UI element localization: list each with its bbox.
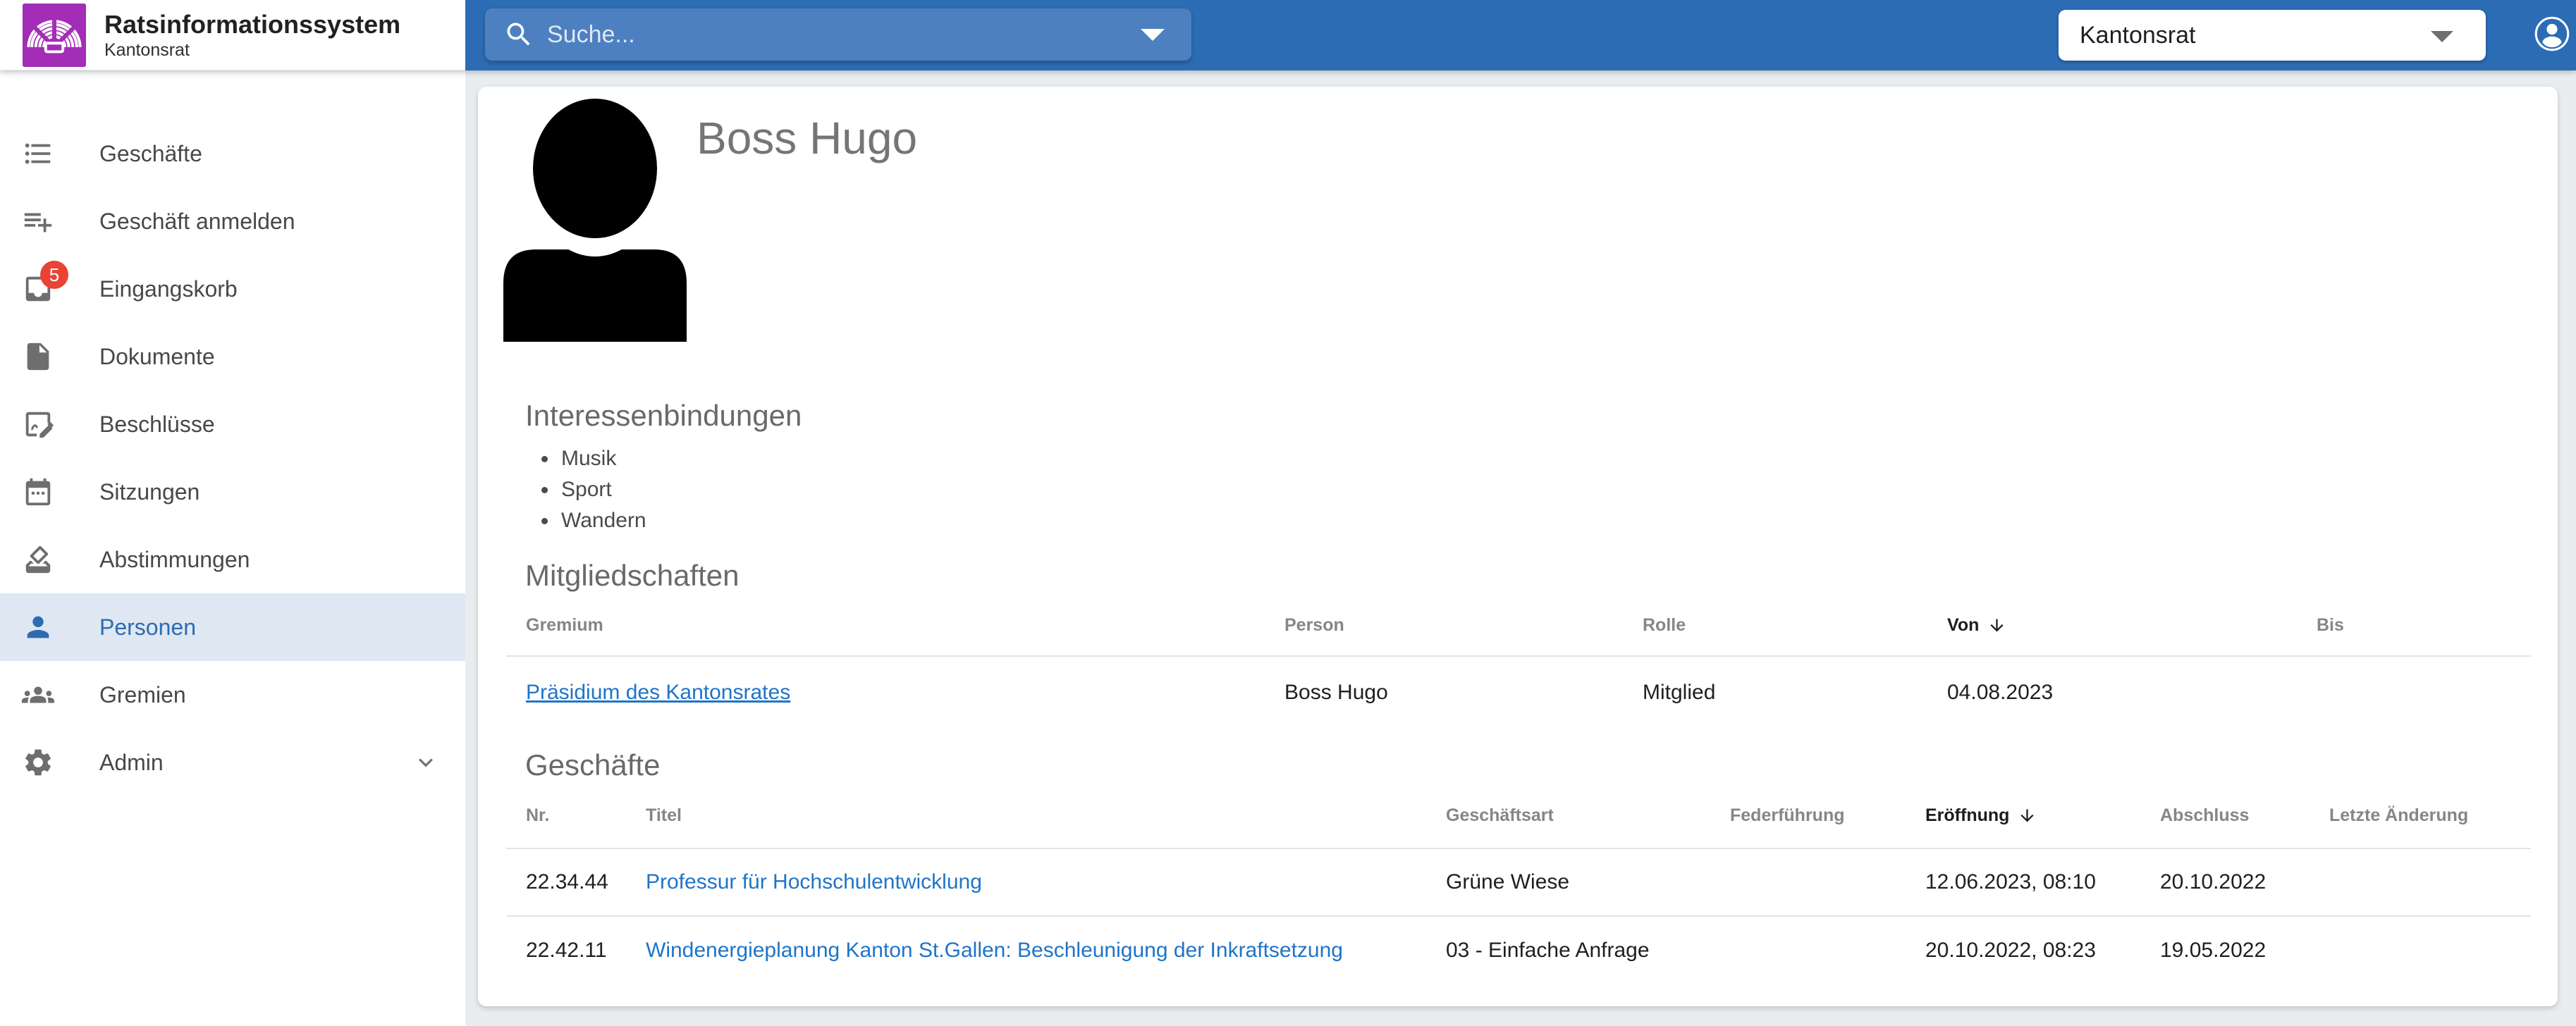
- list-item: Musik: [525, 443, 646, 474]
- chevron-down-icon[interactable]: [412, 748, 440, 777]
- memberships-section-title: Mitgliedschaften: [525, 557, 740, 595]
- column-header-von-sorted[interactable]: Von: [1927, 595, 2297, 655]
- app-title: Ratsinformationssystem: [104, 10, 400, 39]
- column-header-abschluss[interactable]: Abschluss: [2140, 783, 2310, 848]
- column-header-bis[interactable]: Bis: [2297, 595, 2531, 655]
- business-art-cell: Grüne Wiese: [1426, 849, 1710, 915]
- interests-list: Musik Sport Wandern: [525, 443, 646, 536]
- business-eroeffnung-cell: 20.10.2022, 08:23: [1906, 917, 2140, 984]
- column-header-rolle[interactable]: Rolle: [1623, 595, 1927, 655]
- sidebar-item-label: Gremien: [99, 682, 186, 708]
- membership-bis-cell: [2297, 657, 2531, 729]
- bullet-icon: [541, 487, 548, 493]
- membership-rolle-cell: Mitglied: [1623, 657, 1927, 729]
- app-subtitle: Kantonsrat: [104, 39, 400, 61]
- business-section-title: Geschäfte: [525, 746, 660, 784]
- settings-icon: [22, 746, 54, 779]
- council-select-value: Kantonsrat: [2080, 22, 2195, 49]
- business-letzte-aenderung-cell: [2310, 917, 2531, 984]
- memberships-table-header: Gremium Person Rolle Von Bis: [506, 595, 2531, 657]
- list-icon: [22, 137, 54, 170]
- membership-von-cell: 04.08.2023: [1927, 657, 2297, 729]
- vote-icon: [22, 543, 54, 576]
- person-detail-card: Boss Hugo Interessenbindungen Musik Spor…: [478, 87, 2558, 1006]
- sidebar-item-gremien[interactable]: Gremien: [0, 661, 465, 729]
- business-federfuehrung-cell: [1710, 917, 1906, 984]
- business-abschluss-cell: 20.10.2022: [2140, 849, 2310, 915]
- sidebar-item-geschaefte[interactable]: Geschäfte: [0, 120, 465, 187]
- column-header-person[interactable]: Person: [1265, 595, 1623, 655]
- sort-descending-icon: [2018, 806, 2037, 825]
- council-select-caret-icon: [2431, 31, 2453, 42]
- sidebar-item-label: Beschlüsse: [99, 412, 215, 438]
- membership-person-cell: Boss Hugo: [1265, 657, 1623, 729]
- business-nr-cell: 22.42.11: [506, 917, 626, 984]
- groups-icon: [22, 679, 54, 711]
- column-header-letzte-aenderung[interactable]: Letzte Änderung: [2310, 783, 2531, 848]
- business-title-link[interactable]: Windenergieplanung Kanton St.Gallen: Bes…: [646, 939, 1343, 963]
- sidebar-item-label: Eingangskorb: [99, 276, 238, 302]
- sort-descending-icon: [1987, 616, 2006, 635]
- file-icon: [22, 340, 54, 373]
- sidebar-item-beschluesse[interactable]: Beschlüsse: [0, 390, 465, 458]
- sidebar-item-label: Geschäft anmelden: [99, 209, 295, 235]
- sidebar-item-label: Sitzungen: [99, 479, 200, 505]
- sidebar-item-admin[interactable]: Admin: [0, 729, 465, 796]
- business-federfuehrung-cell: [1710, 849, 1906, 915]
- column-header-titel[interactable]: Titel: [626, 783, 1426, 848]
- search-input[interactable]: [547, 21, 1097, 49]
- person-avatar-placeholder: [503, 99, 687, 342]
- gremium-link[interactable]: Präsidium des Kantonsrates: [526, 681, 790, 705]
- header-bar: Kantonsrat: [465, 0, 2576, 70]
- sidebar-item-personen[interactable]: Personen: [0, 593, 465, 661]
- business-abschluss-cell: 19.05.2022: [2140, 917, 2310, 984]
- top-bar: Ratsinformationssystem Kantonsrat Kanton…: [0, 0, 2576, 70]
- sidebar-item-label: Abstimmungen: [99, 547, 250, 573]
- inbox-count-badge: 5: [40, 261, 68, 289]
- list-item: Sport: [525, 474, 646, 505]
- sidebar-item-label: Admin: [99, 750, 164, 776]
- table-row[interactable]: 22.34.44 Professur für Hochschulentwickl…: [506, 849, 2531, 917]
- sidebar-item-dokumente[interactable]: Dokumente: [0, 323, 465, 390]
- sidebar-item-geschaeft-anmelden[interactable]: Geschäft anmelden: [0, 187, 465, 255]
- business-nr-cell: 22.34.44: [506, 849, 626, 915]
- column-header-eroeffnung-sorted[interactable]: Eröffnung: [1906, 783, 2140, 848]
- parliament-logo-icon: [23, 4, 86, 67]
- app-logo-area: Ratsinformationssystem Kantonsrat: [0, 0, 465, 70]
- sidebar-item-label: Dokumente: [99, 344, 215, 370]
- sidebar-item-eingangskorb[interactable]: 5 Eingangskorb: [0, 255, 465, 323]
- business-eroeffnung-cell: 12.06.2023, 08:10: [1906, 849, 2140, 915]
- search-icon: [503, 19, 534, 50]
- business-title-link[interactable]: Professur für Hochschulentwicklung: [646, 870, 982, 894]
- edit-document-icon: [22, 408, 54, 440]
- sidebar-item-abstimmungen[interactable]: Abstimmungen: [0, 526, 465, 593]
- sidebar-item-sitzungen[interactable]: Sitzungen: [0, 458, 465, 526]
- person-icon: [22, 611, 54, 643]
- global-search[interactable]: [485, 8, 1191, 61]
- calendar-icon: [22, 476, 54, 508]
- column-header-gremium[interactable]: Gremium: [506, 595, 1265, 655]
- business-art-cell: 03 - Einfache Anfrage: [1426, 917, 1710, 984]
- business-letzte-aenderung-cell: [2310, 849, 2531, 915]
- user-account-icon[interactable]: [2534, 16, 2570, 52]
- page-title-person-name: Boss Hugo: [697, 109, 917, 168]
- main-content: Boss Hugo Interessenbindungen Musik Spor…: [465, 70, 2576, 1026]
- council-select[interactable]: Kantonsrat: [2059, 10, 2486, 61]
- sidebar-item-label: Personen: [99, 614, 196, 641]
- interests-section-title: Interessenbindungen: [525, 397, 802, 435]
- column-header-nr[interactable]: Nr.: [506, 783, 626, 848]
- sidebar-item-label: Geschäfte: [99, 141, 202, 167]
- playlist-add-icon: [22, 205, 54, 237]
- column-header-geschaeftsart[interactable]: Geschäftsart: [1426, 783, 1710, 848]
- bullet-icon: [541, 456, 548, 462]
- sidebar-nav: Geschäfte Geschäft anmelden 5 Eingangsko…: [0, 70, 465, 1026]
- table-row[interactable]: 22.42.11 Windenergieplanung Kanton St.Ga…: [506, 917, 2531, 984]
- search-scope-dropdown-icon[interactable]: [1141, 29, 1165, 41]
- business-table-header: Nr. Titel Geschäftsart Federführung Eröf…: [506, 783, 2531, 849]
- column-header-federfuehrung[interactable]: Federführung: [1710, 783, 1906, 848]
- list-item: Wandern: [525, 505, 646, 536]
- table-row[interactable]: Präsidium des Kantonsrates Boss Hugo Mit…: [506, 657, 2531, 729]
- bullet-icon: [541, 518, 548, 524]
